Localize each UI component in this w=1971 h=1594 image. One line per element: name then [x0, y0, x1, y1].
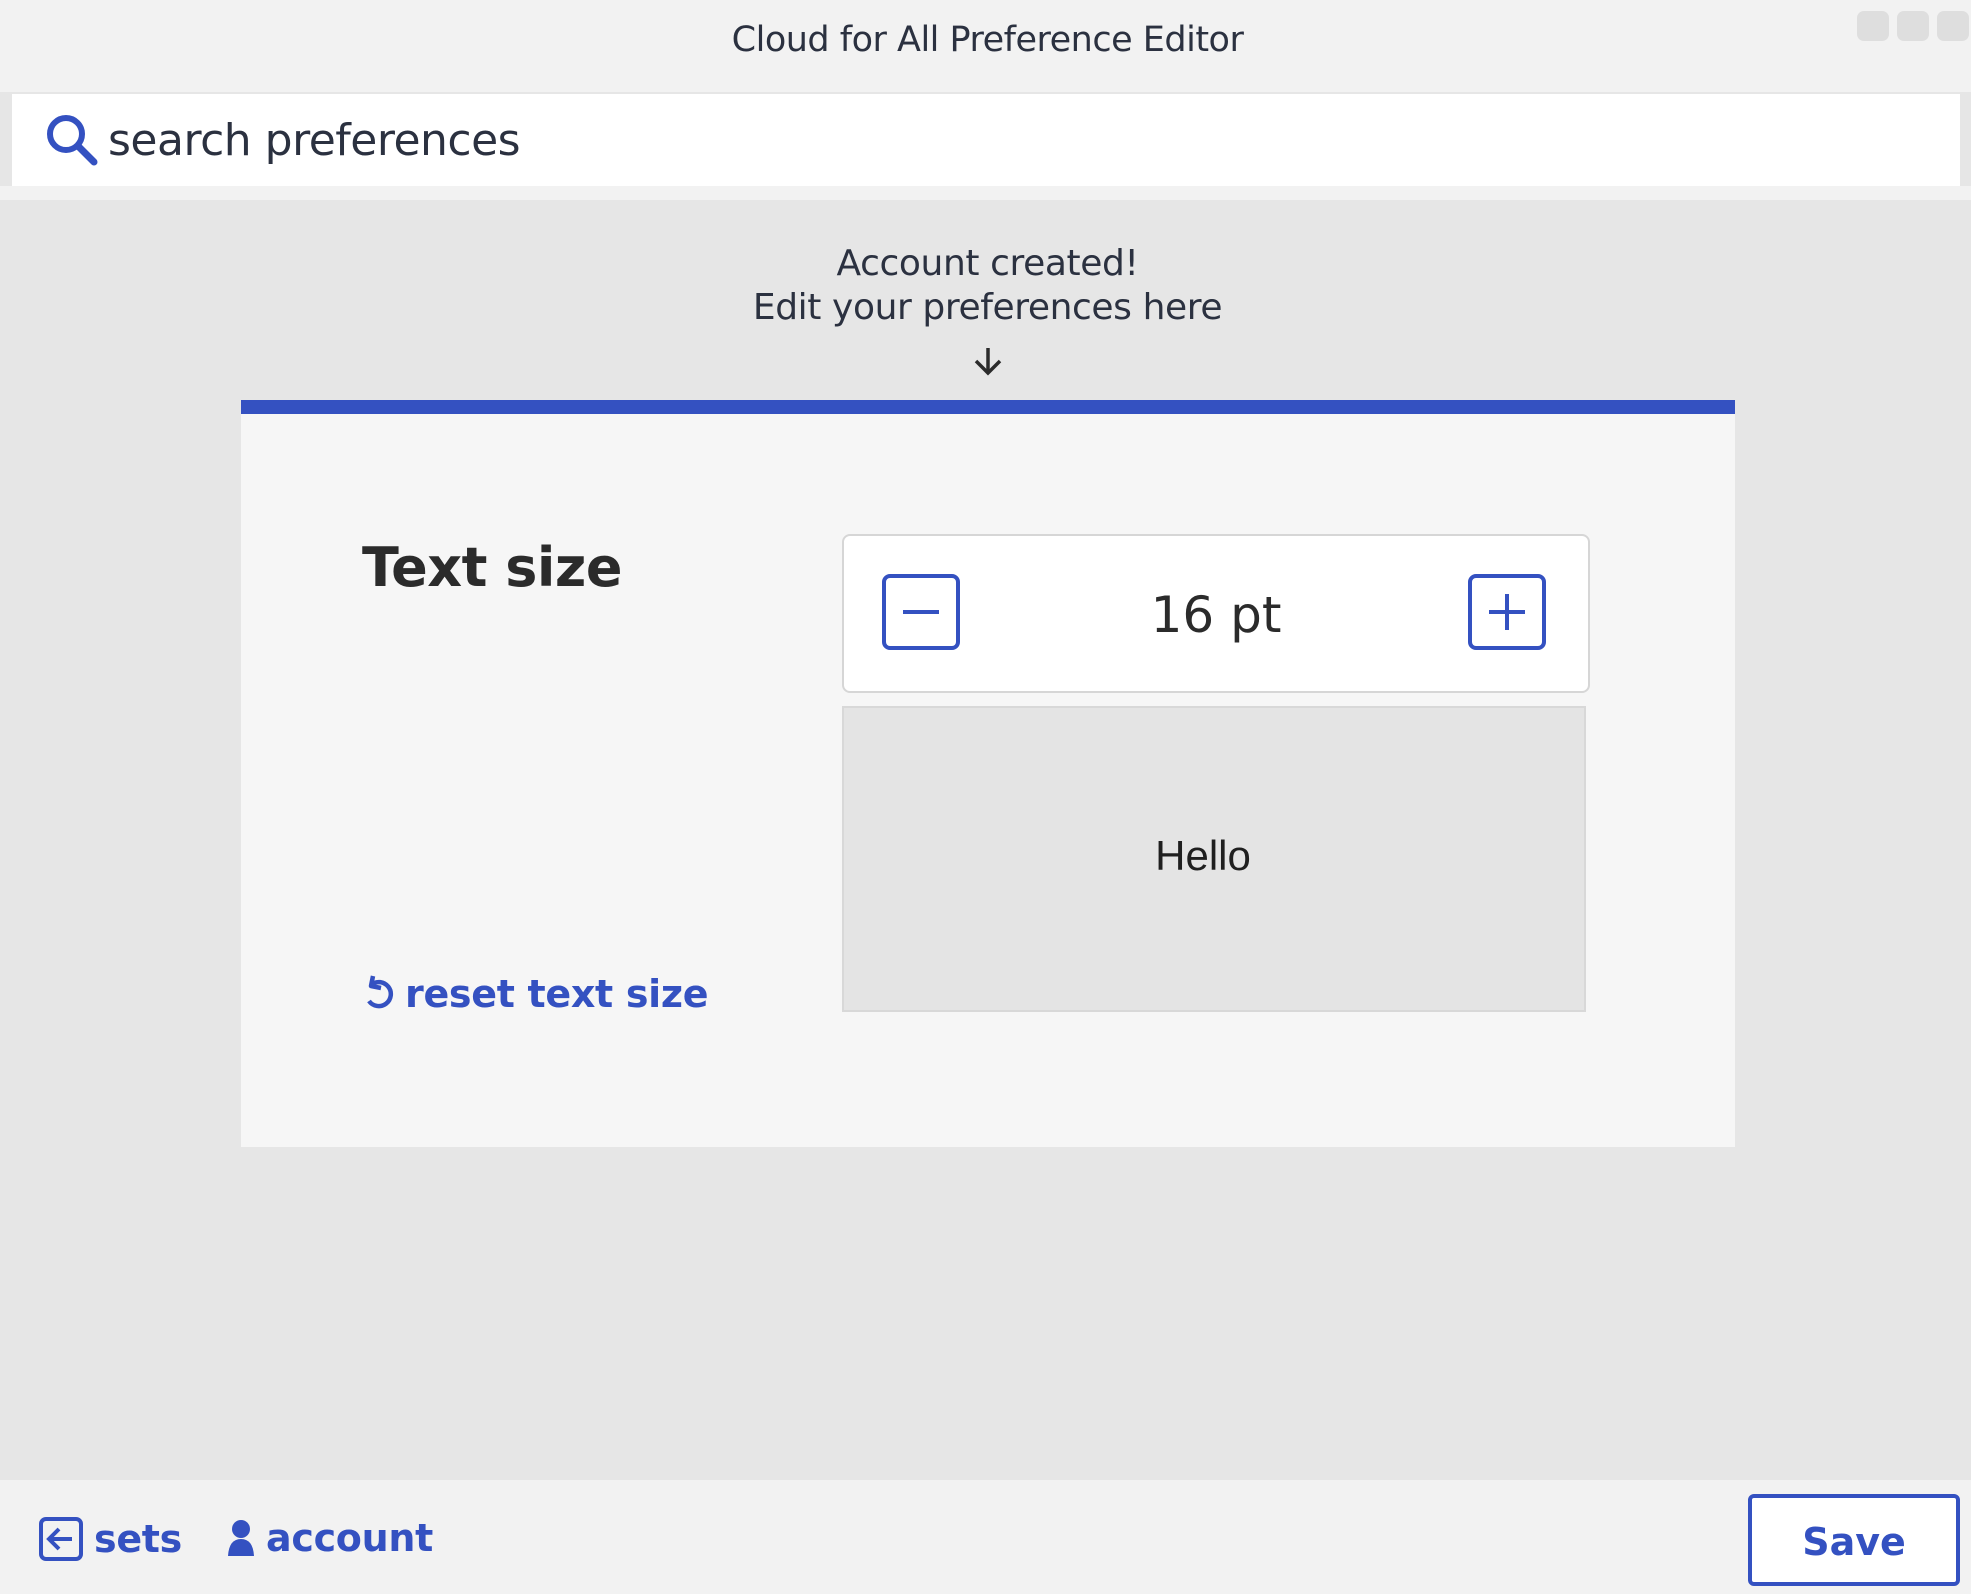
text-size-preference-card: Text size reset text size 16 pt Hello	[241, 400, 1735, 1147]
window-controls	[1857, 11, 1969, 41]
text-size-stepper: 16 pt	[842, 534, 1590, 693]
minus-icon	[903, 610, 939, 614]
sets-label: sets	[94, 1517, 182, 1561]
search-bar	[12, 94, 1960, 186]
footer-bar: sets account Save	[0, 1480, 1971, 1594]
account-label: account	[266, 1516, 433, 1560]
account-created-notice: Account created! Edit your preferences h…	[0, 242, 1971, 330]
search-icon	[47, 115, 98, 166]
sets-link[interactable]: sets	[38, 1516, 182, 1562]
maximize-window-button[interactable]	[1897, 11, 1929, 41]
preference-editor-window: Cloud for All Preference Editor Account …	[0, 0, 1971, 1594]
save-button[interactable]: Save	[1748, 1494, 1960, 1586]
window-title: Cloud for All Preference Editor	[731, 20, 1244, 60]
plus-icon	[1489, 594, 1525, 630]
account-link[interactable]: account	[226, 1516, 433, 1560]
decrease-button[interactable]	[882, 574, 960, 650]
text-size-preview: Hello	[842, 706, 1586, 1012]
person-icon	[228, 1520, 254, 1556]
search-input[interactable]	[108, 104, 1928, 176]
search-bar-divider	[0, 186, 1971, 200]
exit-arrow-icon	[39, 1517, 83, 1561]
card-accent-bar	[241, 400, 1735, 414]
reset-text-size-link[interactable]: reset text size	[361, 972, 708, 1016]
increase-button[interactable]	[1468, 574, 1546, 650]
undo-icon	[367, 975, 393, 1009]
minimize-window-button[interactable]	[1857, 11, 1889, 41]
notice-line-1: Account created!	[836, 243, 1139, 284]
preference-title: Text size	[362, 536, 622, 599]
close-window-button[interactable]	[1937, 11, 1969, 41]
preview-text: Hello	[1155, 832, 1251, 879]
arrow-down-icon	[974, 348, 1002, 376]
reset-label: reset text size	[405, 972, 709, 1016]
text-size-value: 16 pt	[1150, 586, 1282, 644]
title-bar: Cloud for All Preference Editor	[0, 0, 1971, 92]
notice-line-2: Edit your preferences here	[752, 287, 1223, 328]
